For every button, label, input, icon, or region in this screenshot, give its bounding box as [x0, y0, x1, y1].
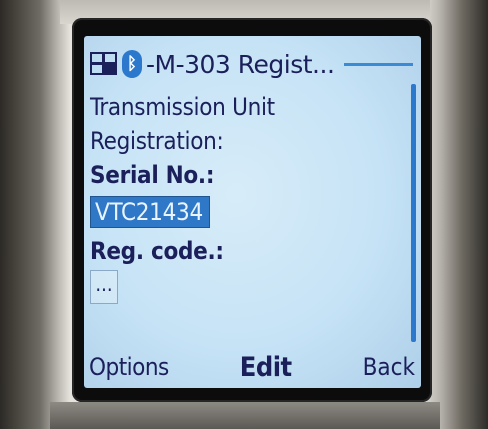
registration-form: Transmission Unit Registration: Serial N… — [90, 90, 405, 304]
serial-label: Serial No.: — [90, 161, 215, 189]
bluetooth-icon: ᛒ — [122, 50, 142, 78]
scrollbar[interactable] — [411, 84, 416, 342]
back-softkey[interactable]: Back — [363, 353, 421, 381]
title-divider — [344, 62, 413, 66]
edit-softkey[interactable]: Edit — [240, 352, 292, 383]
page-title: -M-303 Regist... — [146, 49, 335, 79]
reg-code-label: Reg. code.: — [90, 237, 224, 265]
phone-bezel-bottom — [50, 402, 440, 429]
app-grid-icon — [90, 52, 118, 76]
form-heading-line2: Registration: — [90, 127, 224, 155]
reg-code-input[interactable]: ... — [90, 270, 118, 304]
phone-screen: ᛒ -M-303 Regist... Transmission Unit Reg… — [84, 36, 421, 388]
softkey-bar: Options Edit Back — [84, 346, 421, 388]
options-softkey[interactable]: Options — [84, 353, 169, 381]
serial-number-input[interactable]: VTC21434 — [90, 196, 210, 228]
form-heading-line1: Transmission Unit — [90, 93, 275, 121]
title-bar: ᛒ -M-303 Regist... — [90, 46, 421, 82]
